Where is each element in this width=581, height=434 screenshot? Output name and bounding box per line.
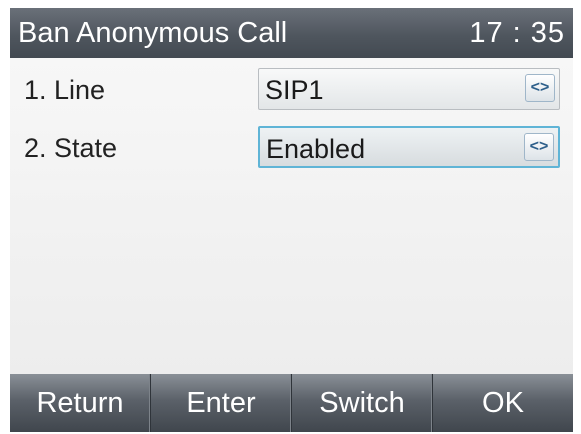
left-right-arrow-icon[interactable]: <> [524,133,554,161]
page-title: Ban Anonymous Call [18,17,288,49]
phone-screen: Ban Anonymous Call 17 : 35 1. Line SIP1 … [10,8,573,432]
clock: 17 : 35 [469,17,565,49]
ok-softkey[interactable]: OK [433,374,573,432]
state-setting-row[interactable]: 2. State Enabled <> [10,122,573,174]
softkey-bar: Return Enter Switch OK [10,374,573,432]
line-select[interactable]: SIP1 <> [258,68,560,110]
enter-softkey[interactable]: Enter [151,374,292,432]
line-value: SIP1 [265,75,324,105]
settings-panel: 1. Line SIP1 <> 2. State Enabled <> [10,58,573,374]
return-softkey[interactable]: Return [10,374,151,432]
line-setting-row[interactable]: 1. Line SIP1 <> [10,64,573,116]
state-select[interactable]: Enabled <> [258,126,560,168]
left-right-arrow-icon[interactable]: <> [525,74,555,102]
state-value: Enabled [266,134,366,164]
title-bar: Ban Anonymous Call 17 : 35 [10,8,573,58]
switch-softkey[interactable]: Switch [292,374,433,432]
state-label: 2. State [24,133,118,163]
line-label: 1. Line [24,75,106,105]
